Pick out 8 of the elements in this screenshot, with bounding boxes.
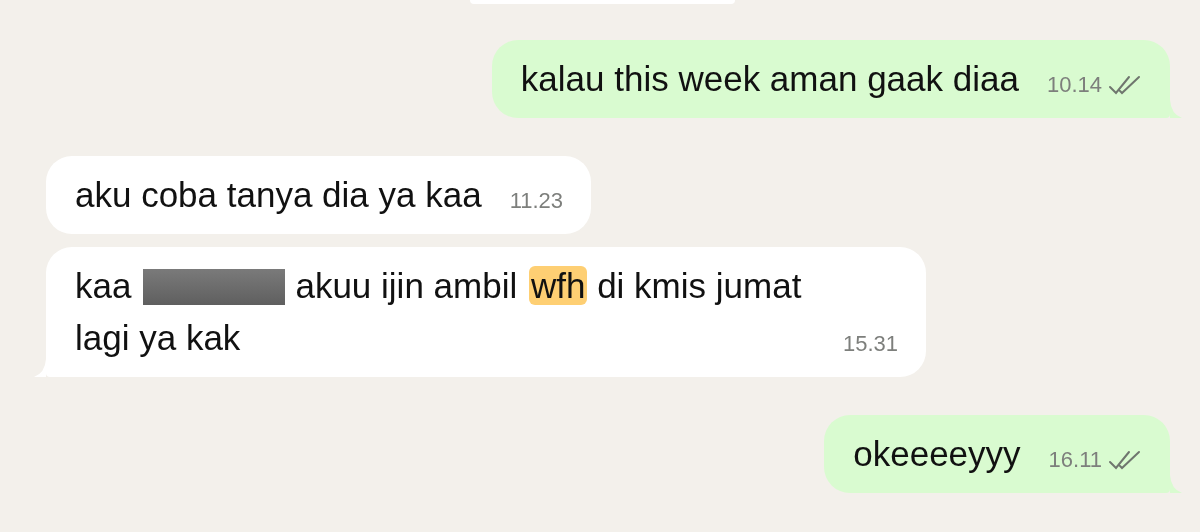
message-text: aku coba tanya dia ya kaa: [75, 174, 482, 216]
message-time: 10.14: [1046, 71, 1102, 99]
message-time: 15.31: [843, 330, 899, 358]
message-time: 16.11: [1048, 446, 1102, 474]
message-text: kalau this week aman gaak diaa: [520, 58, 1019, 100]
message-text: kaa akuu ijin ambil wfh di kmis jumat lagi ya kak: [75, 265, 803, 359]
message-text: okeeeeyyy: [853, 433, 1021, 475]
message-time: 11.23: [509, 187, 564, 215]
